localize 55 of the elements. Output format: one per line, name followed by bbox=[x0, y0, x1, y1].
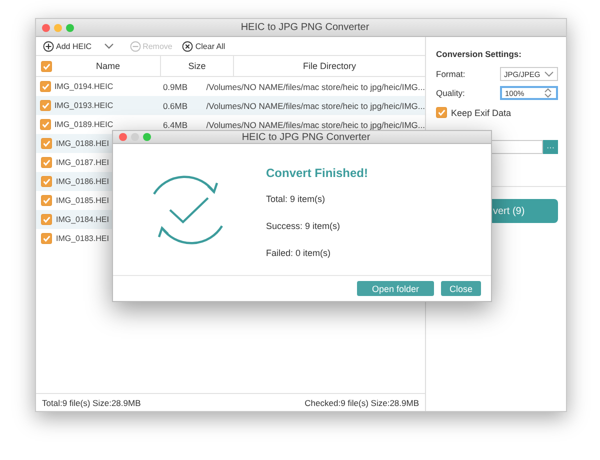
table-cell-text: IMG_0184.HEI bbox=[56, 215, 110, 224]
result-text: Failed: 0 item(s) bbox=[266, 248, 332, 258]
column-header[interactable]: Name bbox=[56, 56, 161, 76]
table-cell-text: /Volumes/NO NAME/files/mac store/heic to jpg/heic/IMG... bbox=[205, 120, 425, 130]
result-text: Total: 9 item(s) bbox=[266, 194, 326, 204]
table-cell-text: IMG_0187.HEI bbox=[56, 158, 110, 167]
add-button[interactable]: Add HEIC bbox=[41, 40, 94, 52]
chevron-down-icon bbox=[544, 71, 554, 77]
minimize-button[interactable] bbox=[54, 24, 62, 32]
plus-circle-icon bbox=[43, 40, 54, 52]
table-cell-text: IMG_0186.HEI bbox=[56, 177, 110, 186]
zoom-button[interactable] bbox=[66, 24, 74, 32]
checkbox[interactable] bbox=[40, 157, 52, 168]
table-cell-text: /Volumes/NO NAME/files/mac store/heic to jpg/heic/IMG... bbox=[205, 82, 425, 92]
column-header[interactable]: File Directory bbox=[234, 56, 425, 76]
minimize-button[interactable] bbox=[131, 133, 139, 142]
field-label: Format: bbox=[436, 69, 466, 79]
table-cell-text: 0.9MB bbox=[162, 82, 189, 92]
checkbox[interactable] bbox=[40, 100, 51, 111]
status-text: Checked:9 file(s) Size:28.9MB bbox=[304, 398, 419, 408]
table-cell-text: IMG_0185.HEI bbox=[56, 196, 110, 205]
checkbox[interactable] bbox=[40, 81, 51, 92]
table-cell-text: IMG_0193.HEIC bbox=[54, 101, 114, 110]
x-circle-icon bbox=[182, 40, 194, 52]
table-cell-text: 6.4MB bbox=[162, 120, 189, 130]
window-title: HEIC to JPG PNG Converter bbox=[240, 22, 370, 33]
checkbox[interactable] bbox=[40, 176, 52, 187]
checkbox[interactable] bbox=[436, 107, 447, 118]
field-label: Quality: bbox=[436, 88, 465, 98]
table-cell-text: IMG_0189.HEIC bbox=[54, 120, 114, 129]
close-button[interactable] bbox=[42, 24, 50, 32]
stepper-icon bbox=[543, 87, 553, 99]
dialog-heading: Convert Finished! bbox=[266, 166, 368, 180]
table-cell-text: IMG_0188.HEI bbox=[56, 139, 110, 148]
checkbox[interactable] bbox=[40, 138, 52, 149]
column-header[interactable]: Size bbox=[161, 56, 234, 76]
table-cell-text: IMG_0194.HEIC bbox=[54, 82, 114, 91]
table-cell-text: IMG_0183.HEI bbox=[56, 234, 110, 243]
checkbox[interactable] bbox=[40, 214, 52, 225]
checkbox[interactable] bbox=[40, 119, 51, 130]
clear-button[interactable]: Clear All bbox=[180, 40, 228, 52]
close-button[interactable] bbox=[119, 133, 127, 142]
result-text: Success: 9 item(s) bbox=[266, 221, 342, 232]
checkbox-label: Keep Exif Data bbox=[451, 108, 512, 118]
chevron-down-icon[interactable] bbox=[104, 43, 114, 49]
checkbox[interactable] bbox=[40, 195, 52, 206]
zoom-button[interactable] bbox=[143, 133, 151, 142]
table-cell-text: /Volumes/NO NAME/files/mac store/heic to jpg/heic/IMG... bbox=[205, 100, 425, 110]
dialog-title: HEIC to JPG PNG Converter bbox=[240, 132, 372, 143]
minus-circle-icon bbox=[130, 40, 141, 52]
table-cell-text: 0.6MB bbox=[162, 100, 189, 110]
checkbox[interactable] bbox=[40, 233, 52, 244]
status-text: Total:9 file(s) Size:28.9MB bbox=[42, 398, 141, 408]
section-heading: Conversion Settings: bbox=[436, 49, 522, 59]
checkbox[interactable] bbox=[40, 60, 52, 72]
